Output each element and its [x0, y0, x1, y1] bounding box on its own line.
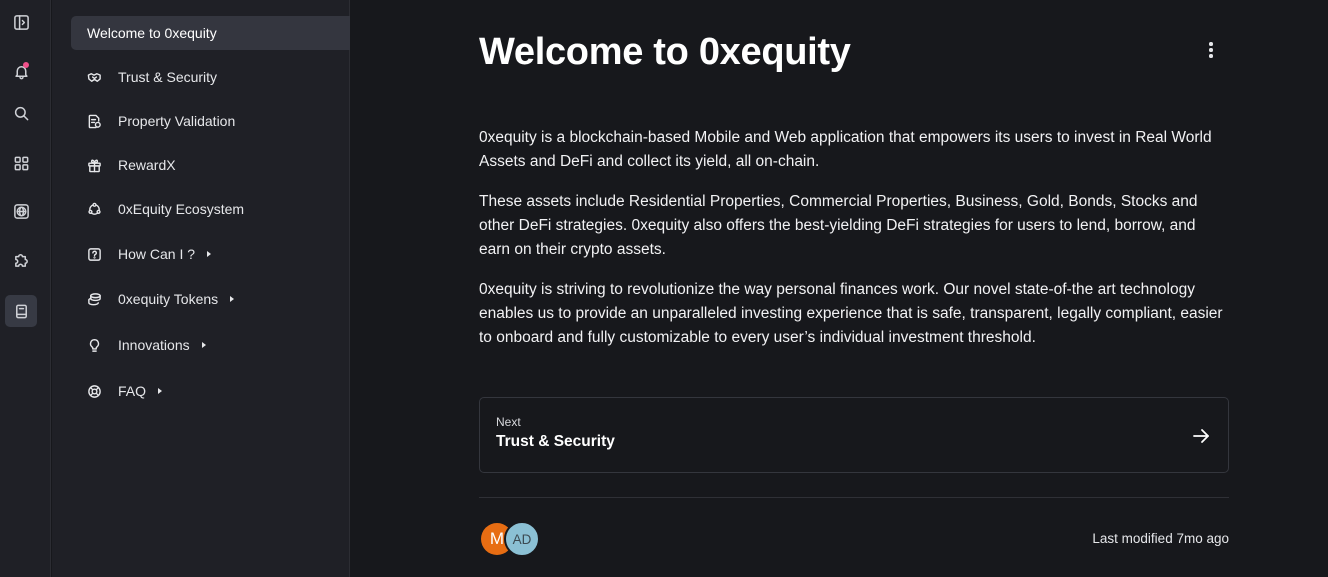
- footer-divider: [479, 497, 1229, 498]
- sidebar-item-how-can-i[interactable]: How Can I ?: [71, 237, 350, 271]
- sidebar-item-label: 0xEquity Ecosystem: [118, 201, 245, 217]
- last-modified: Last modified 7mo ago: [1092, 531, 1229, 546]
- sidebar-item-label: Innovations: [118, 337, 190, 353]
- sidebar-item-label: RewardX: [118, 157, 176, 173]
- sidebar-item-innovations[interactable]: Innovations: [71, 328, 350, 362]
- docs-sidebar: Welcome to 0xequity Trust & Security Pro…: [52, 0, 350, 577]
- question-square-icon: [86, 246, 102, 262]
- sidebar-item-label: FAQ: [118, 383, 147, 399]
- sidebar-toggle-button[interactable]: [5, 6, 37, 38]
- kebab-dot: [1209, 48, 1213, 52]
- icon-rail: [0, 0, 51, 577]
- docs-button[interactable]: [5, 295, 37, 327]
- lightbulb-icon: [86, 337, 102, 353]
- assets-paragraph: These assets include Residential Propert…: [479, 193, 1198, 258]
- chevron-right-icon[interactable]: [201, 342, 206, 348]
- spaces-button[interactable]: [5, 147, 37, 179]
- globe-icon: [13, 203, 29, 219]
- next-page-title: Trust & Security: [496, 433, 615, 450]
- gift-icon: [86, 157, 102, 173]
- arrow-right-icon: [1190, 425, 1212, 447]
- sidebar-item-welcome[interactable]: Welcome to 0xequity: [71, 16, 350, 50]
- sidebar-item-label: How Can I ?: [118, 246, 196, 262]
- sidebar-item-property-validation[interactable]: Property Validation: [71, 104, 350, 138]
- help-circle-icon: [86, 383, 102, 399]
- puzzle-icon: [14, 253, 28, 267]
- book-icon: [15, 304, 27, 318]
- sidebar-item-0xequity-tokens[interactable]: 0xequity Tokens: [71, 282, 350, 316]
- search-icon: [14, 106, 28, 120]
- sidebar-item-0xequity-ecosystem[interactable]: 0xEquity Ecosystem: [71, 192, 350, 226]
- sidebar-item-label: Welcome to 0xequity: [87, 25, 217, 41]
- more-options-button[interactable]: [1201, 40, 1221, 60]
- notifications-button[interactable]: [5, 55, 37, 87]
- document-check-icon: [86, 113, 102, 129]
- next-label: Next: [496, 415, 521, 429]
- sidebar-item-rewardx[interactable]: RewardX: [71, 148, 350, 182]
- sidebar-item-faq[interactable]: FAQ: [71, 374, 350, 408]
- chevron-right-icon[interactable]: [207, 251, 212, 257]
- circle-nodes-icon: [86, 201, 102, 217]
- grid-icon: [14, 156, 28, 170]
- search-button[interactable]: [5, 97, 37, 129]
- sidebar-item-label: Property Validation: [118, 113, 236, 129]
- notification-dot: [23, 62, 29, 68]
- sidebar-item-trust-security[interactable]: Trust & Security: [71, 60, 350, 94]
- chevron-right-icon[interactable]: [158, 388, 163, 394]
- sidebar-item-label: 0xequity Tokens: [118, 291, 219, 307]
- sites-button[interactable]: [5, 195, 37, 227]
- next-page-link[interactable]: Next Trust & Security: [479, 397, 1229, 473]
- mission-paragraph: 0xequity is striving to revolutionize th…: [479, 281, 1223, 346]
- kebab-dot: [1209, 54, 1213, 58]
- sidebar-item-label: Trust & Security: [118, 69, 218, 85]
- chevron-right-icon[interactable]: [230, 296, 235, 302]
- integrations-button[interactable]: [5, 243, 37, 275]
- handshake-icon: [86, 69, 102, 85]
- coins-icon: [86, 291, 102, 307]
- page-title: Welcome to 0xequity: [479, 31, 851, 73]
- kebab-dot: [1209, 42, 1213, 46]
- avatar[interactable]: AD: [504, 521, 540, 557]
- sidebar-toggle-icon: [13, 14, 29, 30]
- intro-paragraph: 0xequity is a blockchain-based Mobile an…: [479, 129, 1212, 170]
